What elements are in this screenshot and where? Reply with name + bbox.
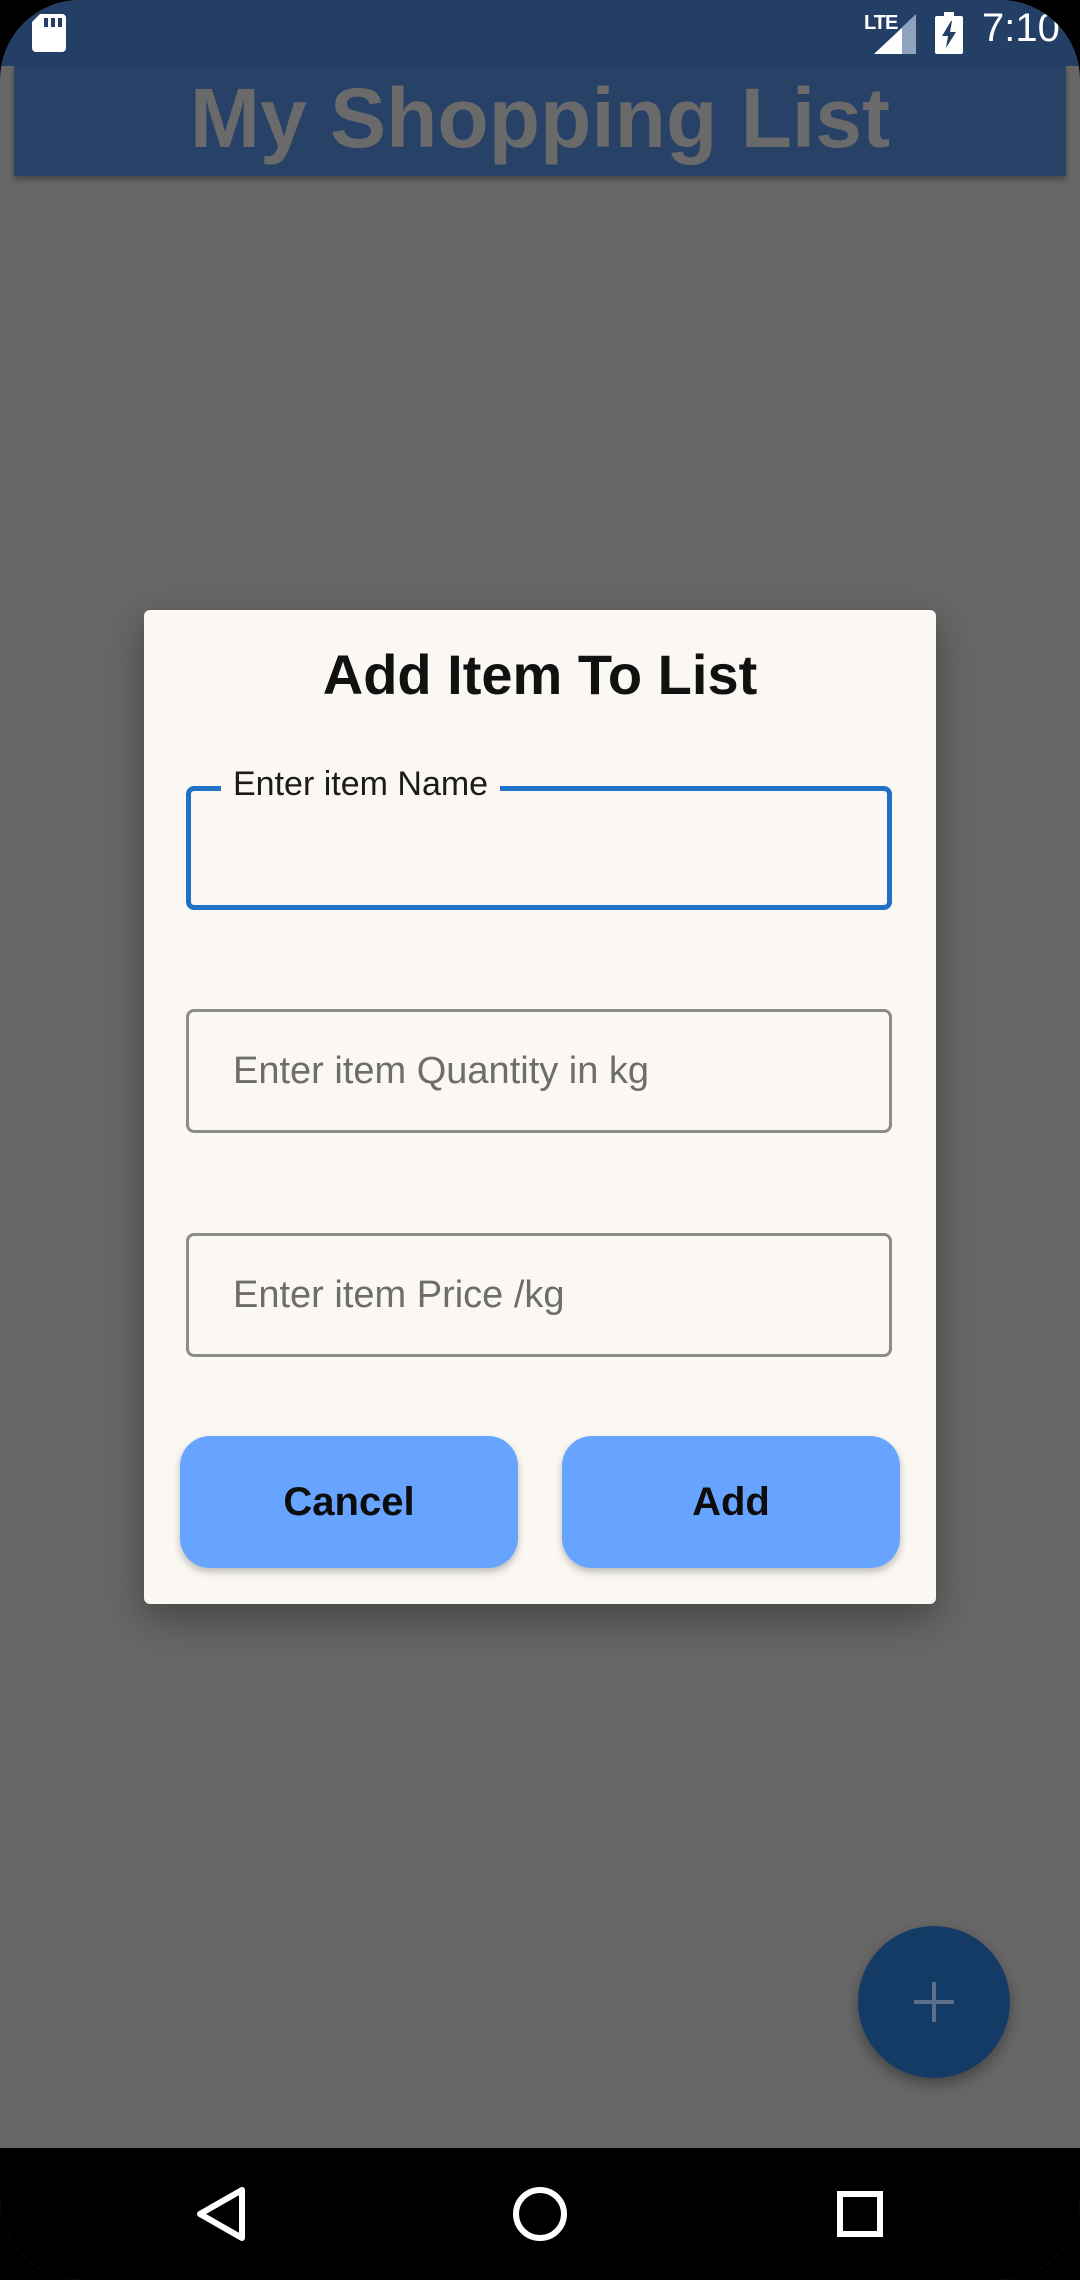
signal-icon <box>874 14 916 54</box>
app-bar: My Shopping List <box>14 66 1066 176</box>
phone-screen: LTE 7:10 My Shopping List Add Item To Li… <box>0 0 1080 2280</box>
dialog-title: Add Item To List <box>322 643 758 706</box>
add-button[interactable]: Add <box>562 1436 900 1568</box>
app-title: My Shopping List <box>190 71 890 165</box>
back-icon[interactable] <box>184 2178 256 2250</box>
add-item-dialog: Add Item To List Enter item Name Enter i… <box>144 610 936 1604</box>
item-price-field[interactable]: Enter item Price /kg <box>186 1233 892 1357</box>
item-quantity-field[interactable]: Enter item Quantity in kg <box>186 1009 892 1133</box>
navigation-bar <box>0 2148 1080 2280</box>
item-name-label: Enter item Name <box>221 765 501 804</box>
battery-charging-icon <box>935 12 963 54</box>
plus-icon <box>914 1982 954 2022</box>
item-name-field[interactable]: Enter item Name <box>186 765 892 910</box>
sd-card-icon <box>32 14 66 52</box>
recents-icon[interactable] <box>824 2178 896 2250</box>
home-icon[interactable] <box>504 2178 576 2250</box>
item-price-placeholder: Enter item Price /kg <box>233 1274 565 1316</box>
status-clock: 7:10 <box>982 6 1060 50</box>
status-bar: LTE 7:10 <box>0 0 1080 66</box>
item-quantity-placeholder: Enter item Quantity in kg <box>233 1050 650 1092</box>
add-item-fab[interactable] <box>858 1926 1010 2078</box>
cancel-button[interactable]: Cancel <box>180 1436 518 1568</box>
